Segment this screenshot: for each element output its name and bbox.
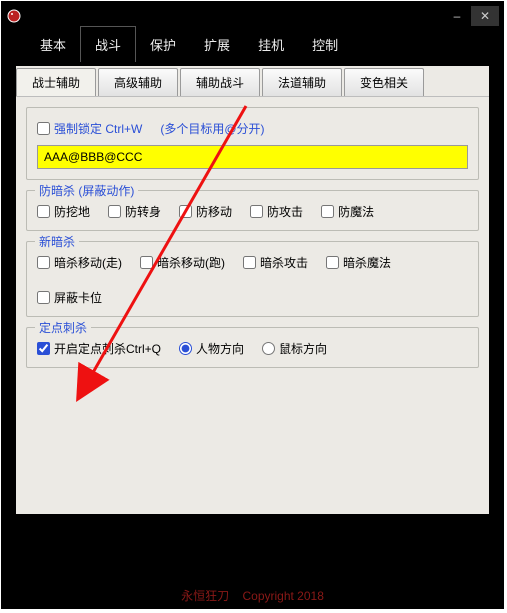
app-icon [6, 8, 22, 24]
group-prevent-legend: 防暗杀 (屏蔽动作) [35, 182, 138, 199]
tab-combat[interactable]: 战斗 [80, 26, 136, 62]
cb-force-lock-input[interactable] [37, 122, 50, 135]
cb-prevent-magic[interactable]: 防魔法 [321, 203, 374, 220]
subtab-advanced[interactable]: 高级辅助 [98, 68, 178, 96]
cb-prevent-move[interactable]: 防移动 [179, 203, 232, 220]
panel-body: 强制锁定 Ctrl+W (多个目标用@分开) 防暗杀 (屏蔽动作) 防挖地 防转… [16, 96, 489, 388]
footer-brand: 永恒狂刀 [181, 589, 229, 603]
footer-copyright: Copyright 2018 [242, 589, 323, 603]
tab-basic[interactable]: 基本 [26, 27, 80, 62]
subtab-assist[interactable]: 辅助战斗 [180, 68, 260, 96]
subtab-color[interactable]: 变色相关 [344, 68, 424, 96]
cb-force-lock-label: 强制锁定 Ctrl+W [54, 120, 142, 137]
group-new-assassin: 新暗杀 暗杀移动(走) 暗杀移动(跑) 暗杀攻击 暗杀魔法 屏蔽卡位 [26, 241, 479, 317]
minimize-icon: – [454, 9, 461, 23]
sub-tab-bar: 战士辅助 高级辅助 辅助战斗 法道辅助 变色相关 [16, 66, 489, 96]
cb-ass-magic[interactable]: 暗杀魔法 [326, 254, 391, 271]
rb-mouse-dir[interactable]: 鼠标方向 [262, 340, 327, 357]
footer: 永恒狂刀 Copyright 2018 [2, 587, 503, 604]
cb-prevent-attack[interactable]: 防攻击 [250, 203, 303, 220]
group-force-lock: 强制锁定 Ctrl+W (多个目标用@分开) [26, 107, 479, 180]
cb-prevent-turn[interactable]: 防转身 [108, 203, 161, 220]
close-button[interactable]: ✕ [471, 6, 499, 26]
group-assassin-legend: 新暗杀 [35, 233, 79, 250]
group-fixed-legend: 定点刺杀 [35, 319, 91, 336]
app-window: – ✕ 基本 战斗 保护 扩展 挂机 控制 战士辅助 高级辅助 辅助战斗 法道辅… [1, 1, 504, 609]
titlebar: – ✕ [2, 2, 503, 30]
tab-control[interactable]: 控制 [298, 27, 352, 62]
main-tab-bar: 基本 战斗 保护 扩展 挂机 控制 [2, 30, 503, 62]
close-icon: ✕ [480, 9, 490, 23]
cb-force-lock[interactable]: 强制锁定 Ctrl+W [37, 120, 142, 137]
subtab-mage[interactable]: 法道辅助 [262, 68, 342, 96]
content-panel: 战士辅助 高级辅助 辅助战斗 法道辅助 变色相关 强制锁定 Ctrl+W (多个… [16, 66, 489, 514]
cb-prevent-dig[interactable]: 防挖地 [37, 203, 90, 220]
minimize-button[interactable]: – [443, 6, 471, 26]
cb-ass-run[interactable]: 暗杀移动(跑) [140, 254, 225, 271]
tab-hangup[interactable]: 挂机 [244, 27, 298, 62]
cb-ass-attack[interactable]: 暗杀攻击 [243, 254, 308, 271]
group-prevent-kill: 防暗杀 (屏蔽动作) 防挖地 防转身 防移动 防攻击 防魔法 [26, 190, 479, 231]
subtab-warrior[interactable]: 战士辅助 [16, 68, 96, 96]
rb-char-dir[interactable]: 人物方向 [179, 340, 244, 357]
tab-protect[interactable]: 保护 [136, 27, 190, 62]
cb-ass-walk[interactable]: 暗杀移动(走) [37, 254, 122, 271]
force-lock-hint: (多个目标用@分开) [160, 120, 264, 137]
tab-extend[interactable]: 扩展 [190, 27, 244, 62]
cb-ass-block[interactable]: 屏蔽卡位 [37, 289, 102, 306]
cb-enable-fixed[interactable]: 开启定点刺杀Ctrl+Q [37, 340, 161, 357]
force-lock-input[interactable] [37, 145, 468, 169]
group-fixed-kill: 定点刺杀 开启定点刺杀Ctrl+Q 人物方向 鼠标方向 [26, 327, 479, 368]
